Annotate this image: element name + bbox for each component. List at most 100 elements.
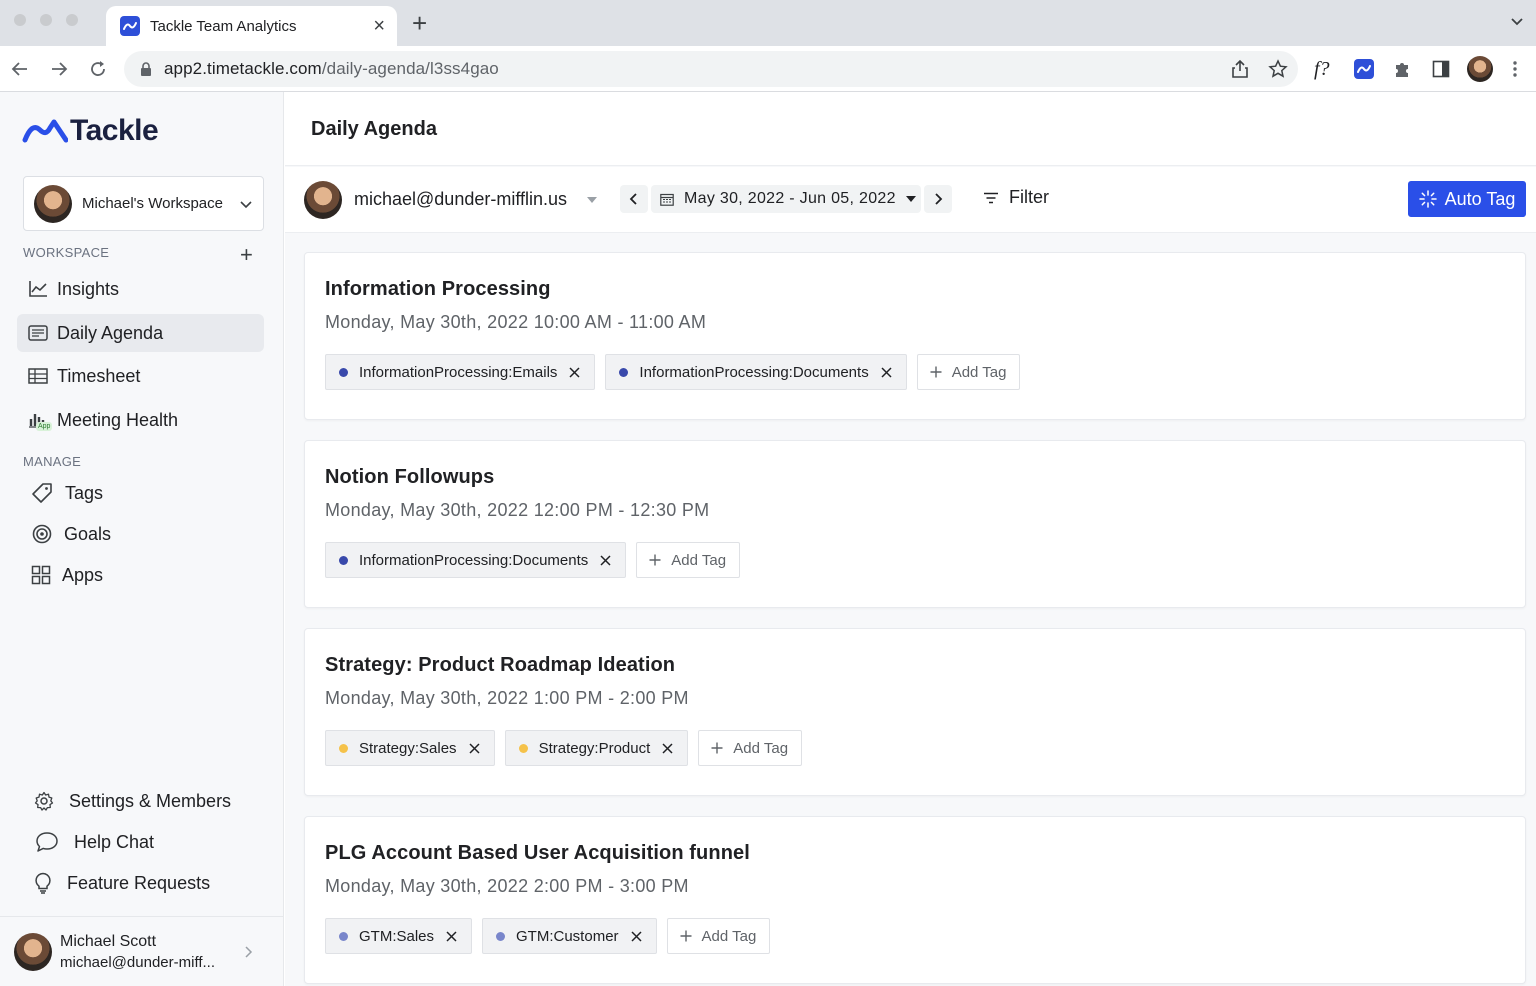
page-header: Daily Agenda — [285, 92, 1536, 166]
page-title: Daily Agenda — [311, 118, 437, 140]
tag-chip[interactable]: InformationProcessing:Emails — [325, 354, 596, 390]
add-tag-button[interactable]: Add Tag — [666, 918, 771, 954]
workspace-avatar — [34, 184, 72, 223]
tag-label: Strategy:Sales — [359, 739, 457, 757]
chevron-right-icon — [245, 945, 253, 958]
add-tag-button[interactable]: Add Tag — [916, 354, 1021, 390]
window-maximize-button[interactable] — [66, 14, 78, 26]
sidebar-item-label: Meeting Health — [57, 409, 179, 430]
tag-label: InformationProcessing:Documents — [359, 551, 589, 569]
event-title: Notion Followups — [325, 466, 495, 488]
sidebar-item-feature-requests[interactable]: Feature Requests — [17, 864, 264, 902]
plus-icon — [711, 742, 723, 754]
chevron-left-icon — [629, 193, 637, 205]
tag-chip[interactable]: InformationProcessing:Documents — [325, 542, 627, 578]
sidebar-item-label: Help Chat — [74, 831, 155, 852]
tackle-logo-icon — [22, 119, 68, 143]
user-name: Michael Scott — [60, 932, 157, 950]
lightbulb-icon — [27, 872, 59, 894]
tab-search-chevron-icon[interactable] — [1510, 14, 1524, 33]
remove-tag-icon[interactable] — [631, 930, 642, 942]
profile-avatar[interactable] — [1467, 56, 1493, 82]
sidebar-item-timesheet[interactable]: Timesheet — [17, 357, 264, 395]
previous-week-button[interactable] — [620, 185, 648, 213]
browser-tab[interactable]: Tackle Team Analytics × — [106, 6, 397, 46]
add-tag-label: Add Tag — [733, 739, 789, 757]
chart-line-icon — [27, 278, 49, 300]
sidebar-item-daily-agenda[interactable]: Daily Agenda — [17, 314, 264, 352]
sidebar-item-insights[interactable]: Insights — [17, 270, 264, 308]
side-panel-icon[interactable] — [1432, 57, 1450, 81]
tag-chip[interactable]: GTM:Sales — [325, 918, 473, 954]
sidebar-item-label: Goals — [64, 523, 112, 544]
remove-tag-icon[interactable] — [600, 554, 611, 566]
tag-list: InformationProcessing:Documents Add Tag — [325, 542, 741, 578]
remove-tag-icon[interactable] — [469, 742, 480, 754]
browser-menu-icon[interactable] — [1512, 57, 1518, 81]
new-tab-button[interactable]: + — [412, 10, 427, 36]
event-time: Monday, May 30th, 2022 1:00 PM - 2:00 PM — [325, 688, 689, 708]
sidebar-item-help-chat[interactable]: Help Chat — [17, 823, 264, 861]
filter-button[interactable]: Filter — [983, 187, 1049, 208]
puzzle-extensions-icon[interactable] — [1392, 57, 1412, 81]
sidebar-item-goals[interactable]: Goals — [17, 515, 264, 553]
reload-icon[interactable] — [87, 58, 109, 80]
event-title: Information Processing — [325, 278, 551, 300]
tackle-logo[interactable]: Tackle — [22, 114, 159, 148]
remove-tag-icon[interactable] — [446, 930, 457, 942]
bookmark-star-icon[interactable] — [1268, 59, 1288, 79]
window-close-button[interactable] — [14, 14, 26, 26]
window-minimize-button[interactable] — [40, 14, 52, 26]
tab-title: Tackle Team Analytics — [150, 17, 297, 35]
app-badge: App — [36, 422, 53, 431]
sidebar-item-tags[interactable]: Tags — [17, 474, 264, 512]
tag-list: GTM:Sales GTM:Customer Add Tag — [325, 918, 771, 954]
sidebar-item-label: Daily Agenda — [57, 322, 164, 343]
date-range-text: May 30, 2022 - Jun 05, 2022 — [684, 190, 896, 207]
address-bar[interactable]: app2.timetackle.com/daily-agenda/l3ss4ga… — [124, 51, 1298, 87]
remove-tag-icon[interactable] — [881, 366, 892, 378]
sidebar-item-settings-members[interactable]: Settings & Members — [17, 782, 264, 820]
sidebar-item-label: Timesheet — [57, 365, 141, 386]
event-card: PLG Account Based User Acquisition funne… — [304, 816, 1526, 984]
auto-tag-button[interactable]: Auto Tag — [1408, 181, 1526, 217]
event-title: PLG Account Based User Acquisition funne… — [325, 842, 750, 864]
event-card: Information Processing Monday, May 30th,… — [304, 252, 1526, 420]
tag-chip[interactable]: InformationProcessing:Documents — [605, 354, 907, 390]
forward-arrow-icon[interactable] — [48, 58, 70, 80]
tag-color-dot — [339, 743, 348, 753]
remove-tag-icon[interactable] — [662, 742, 673, 754]
tackle-extension-icon[interactable] — [1354, 57, 1374, 81]
user-profile-menu[interactable]: Michael Scott michael@dunder-miff... — [0, 916, 283, 986]
tag-chip[interactable]: GTM:Customer — [482, 918, 657, 954]
tag-chip[interactable]: Strategy:Product — [504, 730, 689, 766]
selected-user-avatar — [304, 181, 342, 219]
sidebar-item-label: Feature Requests — [67, 872, 211, 893]
tag-chip[interactable]: Strategy:Sales — [325, 730, 495, 766]
gear-icon — [27, 790, 61, 812]
tab-close-icon[interactable]: × — [373, 16, 385, 36]
browser-tab-bar: Tackle Team Analytics × + — [0, 0, 1536, 46]
sidebar-item-apps[interactable]: Apps — [17, 556, 264, 594]
formula-extension-icon[interactable]: f? — [1314, 57, 1330, 81]
user-selector[interactable]: michael@dunder-mifflin.us — [354, 189, 567, 210]
sidebar-item-meeting-health[interactable]: App Meeting Health — [17, 401, 264, 439]
plus-icon — [680, 930, 692, 942]
workspace-selector[interactable]: Michael's Workspace — [23, 176, 264, 231]
add-tag-button[interactable]: Add Tag — [698, 730, 803, 766]
share-icon[interactable] — [1230, 59, 1250, 79]
event-card: Strategy: Product Roadmap Ideation Monda… — [304, 628, 1526, 796]
next-week-button[interactable] — [924, 185, 952, 213]
sidebar-item-label: Insights — [57, 278, 120, 299]
add-workspace-item-button[interactable]: + — [240, 244, 253, 266]
date-range-picker[interactable]: May 30, 2022 - Jun 05, 2022 — [651, 185, 921, 213]
user-avatar — [14, 932, 52, 971]
remove-tag-icon[interactable] — [569, 366, 580, 378]
add-tag-label: Add Tag — [671, 551, 727, 569]
add-tag-button[interactable]: Add Tag — [636, 542, 741, 578]
tag-color-dot — [496, 931, 506, 941]
back-arrow-icon[interactable] — [9, 58, 31, 80]
tag-color-dot — [619, 367, 629, 377]
caret-down-icon[interactable] — [587, 197, 597, 203]
sidebar: Tackle Michael's Workspace WORKSPACE + I… — [0, 92, 284, 986]
